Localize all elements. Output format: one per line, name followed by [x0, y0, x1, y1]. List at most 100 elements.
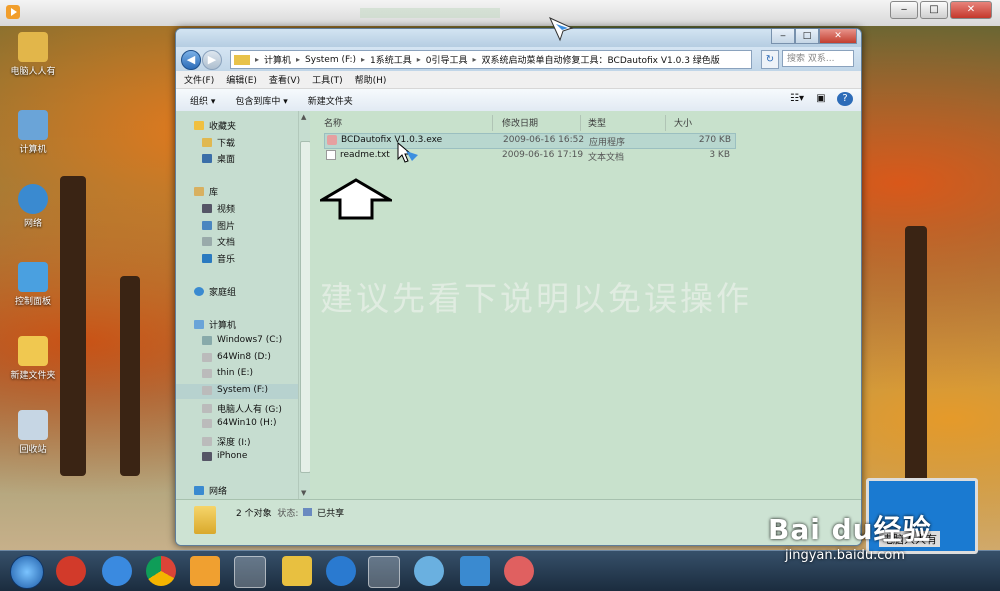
nav-item-pictures[interactable]: 图片	[202, 219, 235, 232]
nav-label: 图片	[217, 222, 236, 232]
explorer-taskbar-icon[interactable]	[234, 556, 266, 588]
browser-icon[interactable]	[326, 556, 356, 586]
include-in-library-button[interactable]: 包含到库中 ▾	[235, 94, 287, 107]
remote-desktop-icon[interactable]	[460, 556, 490, 586]
desktop-icon-label: 回收站	[19, 445, 47, 455]
drive-icon	[202, 352, 212, 362]
nav-drive-i[interactable]: 深度 (I:)	[202, 435, 251, 448]
player-titlebar: ‒ □ ✕	[0, 0, 1000, 27]
nav-iphone[interactable]: iPhone	[202, 451, 247, 461]
nav-drive-d[interactable]: 64Win8 (D:)	[202, 352, 271, 362]
organize-button[interactable]: 组织 ▾	[190, 94, 215, 107]
desktop-icon-computer[interactable]: 计算机	[2, 110, 64, 155]
desktop-icon-network[interactable]: 网络	[2, 184, 64, 229]
menu-view[interactable]: 查看(V)	[269, 73, 300, 86]
breadcrumb[interactable]: 1系统工具	[367, 53, 415, 66]
watermark-text: 建议先看下说明以免误操作	[320, 279, 752, 318]
view-options-icon[interactable]: ☷▾	[789, 92, 805, 106]
window-minimize-button[interactable]: ‒	[771, 29, 795, 44]
nav-drive-c[interactable]: Windows7 (C:)	[202, 335, 282, 345]
nav-item-downloads[interactable]: 下载	[202, 136, 235, 149]
desktop-icon-new-folder[interactable]: 新建文件夹	[2, 336, 64, 381]
menu-edit[interactable]: 编辑(E)	[226, 73, 257, 86]
nav-label: 计算机	[209, 321, 237, 331]
breadcrumb[interactable]: 双系统启动菜单自动修复工具：BCDautofix V1.0.3 绿色版	[479, 53, 723, 66]
desktop-icon-control-panel[interactable]: 控制面板	[2, 262, 64, 307]
desktop-icon-recycle-bin[interactable]: 回收站	[2, 410, 64, 455]
player-minimize-button[interactable]: ‒	[890, 1, 918, 19]
address-bar[interactable]: ▸ 计算机 ▸ System (F:) ▸ 1系统工具 ▸ 0引导工具 ▸ 双系…	[230, 50, 752, 69]
help-icon[interactable]: ?	[837, 92, 853, 106]
scroll-up-icon[interactable]: ▲	[301, 113, 306, 121]
refresh-button[interactable]: ↻	[761, 50, 779, 69]
internet-explorer-icon[interactable]	[102, 556, 132, 586]
column-divider[interactable]	[665, 115, 666, 131]
menu-help[interactable]: 帮助(H)	[355, 73, 387, 86]
drive-icon	[202, 404, 212, 413]
file-date: 2009-06-16 16:52	[503, 135, 585, 145]
command-bar: 组织 ▾ 包含到库中 ▾ 新建文件夹 ☷▾ ▣ ?	[176, 89, 861, 112]
file-type: 应用程序	[589, 138, 626, 148]
search-input[interactable]: 搜索 双系...	[782, 50, 854, 67]
window-close-button[interactable]: ✕	[819, 29, 857, 44]
file-row-exe[interactable]: BCDautofix V1.0.3.exe 2009-06-16 16:52 应…	[324, 133, 736, 149]
cursor-icon	[548, 16, 574, 42]
preview-pane-icon[interactable]: ▣	[813, 92, 829, 106]
column-header-date[interactable]: 修改日期	[502, 116, 538, 130]
settings-taskbar-icon[interactable]	[414, 556, 444, 586]
document-taskbar-icon[interactable]	[368, 556, 400, 588]
nav-drive-e[interactable]: thin (E:)	[202, 368, 253, 378]
paint-icon[interactable]	[504, 556, 534, 586]
file-row-txt[interactable]: readme.txt 2009-06-16 17:19 文本文档 3 KB	[324, 149, 734, 163]
video-icon	[202, 204, 212, 213]
nav-network[interactable]: 网络	[194, 484, 227, 497]
taskbar-app-icon[interactable]	[56, 556, 86, 586]
nav-computer[interactable]: 计算机	[194, 318, 236, 331]
media-player-icon[interactable]	[190, 556, 220, 586]
recycle-bin-icon	[18, 410, 48, 440]
nav-drive-h[interactable]: 64Win10 (H:)	[202, 418, 277, 428]
menu-tools[interactable]: 工具(T)	[312, 73, 343, 86]
column-header-name[interactable]: 名称	[324, 116, 342, 130]
nav-item-videos[interactable]: 视频	[202, 202, 235, 215]
file-name: BCDautofix V1.0.3.exe	[341, 135, 443, 145]
nav-label: 电脑人人有 (G:)	[217, 405, 282, 415]
nav-libraries[interactable]: 库	[194, 185, 218, 198]
window-maximize-button[interactable]: □	[795, 29, 819, 44]
nav-item-documents[interactable]: 文档	[202, 235, 235, 248]
nav-drive-f[interactable]: System (F:)	[202, 385, 268, 395]
player-app-icon	[6, 5, 20, 19]
desktop-icon-label: 计算机	[19, 145, 47, 155]
breadcrumb[interactable]: 计算机	[261, 53, 294, 66]
column-header-size[interactable]: 大小	[674, 116, 692, 130]
scroll-down-icon[interactable]: ▼	[301, 489, 306, 497]
drive-icon	[202, 437, 212, 446]
breadcrumb[interactable]: System (F:)	[302, 55, 359, 65]
breadcrumb[interactable]: 0引导工具	[423, 53, 471, 66]
player-maximize-button[interactable]: □	[920, 1, 948, 19]
desktop-icon-user[interactable]: 电脑人人有	[2, 32, 64, 77]
new-folder-button[interactable]: 新建文件夹	[308, 94, 353, 107]
music-icon	[202, 254, 212, 263]
start-button[interactable]	[10, 555, 44, 589]
back-button[interactable]: ◀	[181, 50, 201, 70]
column-divider[interactable]	[492, 115, 493, 131]
menu-file[interactable]: 文件(F)	[184, 73, 214, 86]
nav-drive-g[interactable]: 电脑人人有 (G:)	[202, 402, 282, 415]
nav-label: 文档	[217, 238, 236, 248]
nav-item-music[interactable]: 音乐	[202, 252, 235, 265]
chevron-right-icon: ▸	[296, 55, 301, 64]
nav-label: 音乐	[217, 255, 236, 265]
column-divider[interactable]	[580, 115, 581, 131]
library-icon	[194, 187, 204, 196]
folder-taskbar-icon[interactable]	[282, 556, 312, 586]
nav-label: Windows7 (C:)	[217, 335, 283, 345]
player-close-button[interactable]: ✕	[950, 1, 992, 19]
nav-homegroup[interactable]: 家庭组	[194, 285, 236, 298]
nav-favorites[interactable]: 收藏夹	[194, 119, 236, 132]
window-titlebar[interactable]: ‒ □ ✕	[176, 29, 861, 47]
nav-item-desktop[interactable]: 桌面	[202, 152, 235, 165]
forward-button[interactable]: ▶	[202, 50, 222, 70]
column-header-type[interactable]: 类型	[588, 116, 606, 130]
chrome-icon[interactable]	[146, 556, 176, 586]
